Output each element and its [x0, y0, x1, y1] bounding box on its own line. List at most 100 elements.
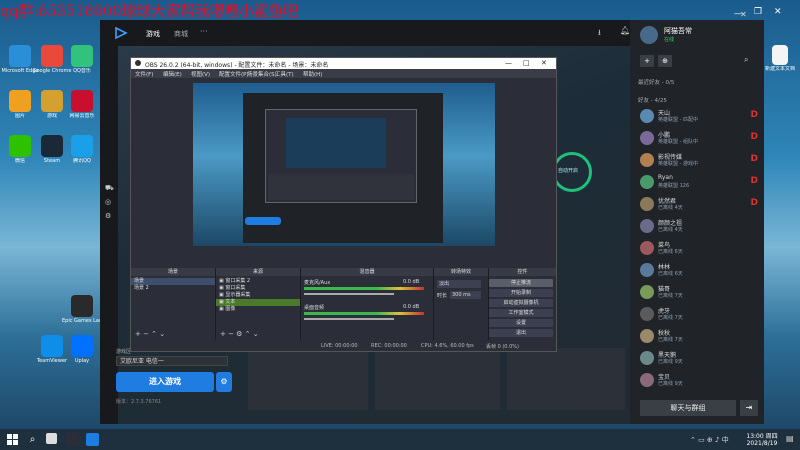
friend-item[interactable]: 猫哥 已离线 7天: [640, 284, 760, 301]
obs-menu-item[interactable]: 文件(F): [135, 70, 153, 78]
source-add-remove-icons[interactable]: + − ⚙ ⌃ ⌄: [220, 330, 259, 338]
more-icon[interactable]: ···: [200, 27, 208, 36]
search-taskbar-icon[interactable]: ⌕: [26, 433, 39, 446]
friend-item[interactable]: 天山 英雄联盟 - 匹配中 D: [640, 108, 760, 125]
friend-item[interactable]: 菜鸟 已离线 6天: [640, 240, 760, 257]
restore-icon[interactable]: ❐: [754, 7, 762, 17]
obs-statusbar: LIVE: 00:00:00 REC: 00:00:00 CPU: 4.6%, …: [131, 341, 556, 351]
friend-item[interactable]: 黑天鹅 已离线 9天: [640, 350, 760, 367]
friend-item[interactable]: 林林 已离线 6天: [640, 262, 760, 279]
server-label: 游戏区: [116, 349, 132, 355]
friend-item[interactable]: Ryan 英雄联盟 126 D: [640, 174, 760, 191]
mic-db: 0.0 dB: [403, 279, 420, 285]
obs-control-button[interactable]: 停止推流: [489, 279, 553, 287]
obs-maximize-icon[interactable]: □: [523, 59, 530, 67]
scene-item[interactable]: 场景 2: [131, 285, 215, 292]
source-item[interactable]: ▣ 文本: [216, 299, 300, 306]
download-icon[interactable]: ⭳: [598, 27, 601, 41]
obs-close-icon[interactable]: ✕: [541, 59, 547, 67]
desktop-icon[interactable]: Uplay: [62, 335, 102, 364]
transition-select[interactable]: 淡出: [437, 280, 481, 288]
obs-control-button[interactable]: 退出: [489, 329, 553, 337]
friend-item[interactable]: 优然君 已离线 4天 D: [640, 196, 760, 213]
friends-header[interactable]: 好友 - 4/25: [638, 96, 667, 104]
obs-minimize-icon[interactable]: —: [505, 59, 512, 67]
friend-status: 英雄联盟 126: [658, 183, 690, 189]
close-window-icon[interactable]: ✕: [774, 7, 782, 17]
obs-control-button[interactable]: 启动虚拟摄像机: [489, 299, 553, 307]
launcher-taskbar-icon[interactable]: [86, 433, 99, 446]
scene-item[interactable]: 场景: [131, 278, 215, 285]
minimize-icon[interactable]: —: [734, 9, 742, 18]
obs-menu-item[interactable]: 配置文件(P): [219, 70, 249, 78]
desktop-icon[interactable]: 腾讯QQ: [62, 135, 102, 164]
duration-input[interactable]: 300 ms: [450, 291, 481, 299]
windows-start-icon[interactable]: [6, 433, 19, 446]
friend-item[interactable]: 宝贝 已离线 9天: [640, 372, 760, 389]
news-tile[interactable]: [375, 348, 500, 410]
source-item[interactable]: ▣ 图像: [216, 306, 300, 313]
nav-games[interactable]: 游戏: [146, 29, 160, 39]
desktop-icon[interactable]: 网易云音乐: [62, 90, 102, 119]
source-item[interactable]: ▣ 显示器采集: [216, 292, 300, 299]
chat-icon[interactable]: ◎: [105, 198, 111, 206]
scenes-header: 场景: [131, 268, 215, 276]
nav-store[interactable]: 商城: [174, 29, 188, 39]
clock-date[interactable]: 2021/8/19: [742, 440, 782, 447]
rec-status: REC: 00:00:00: [371, 343, 407, 349]
chat-groups-button[interactable]: 聊天与群组: [640, 400, 736, 416]
friend-item[interactable]: 虎牙 已离线 7天: [640, 306, 760, 323]
cart-icon[interactable]: ⛟: [105, 184, 114, 193]
friend-avatar: [640, 175, 654, 189]
obs-preview[interactable]: [193, 83, 495, 246]
add-group-icon[interactable]: ⊕: [658, 55, 672, 67]
obs-menu-item[interactable]: 编辑(E): [163, 70, 182, 78]
news-tile[interactable]: [248, 348, 368, 410]
tray-icons[interactable]: ⌃ ▭ ⊕ ♪ 中: [690, 435, 729, 445]
desktop-icon[interactable]: QQ音乐: [62, 45, 102, 74]
clock-time[interactable]: 13:00 周四: [742, 431, 782, 440]
obs-control-button[interactable]: 开始录制: [489, 289, 553, 297]
friend-item[interactable]: 秋秋 已离线 7天: [640, 328, 760, 345]
obs-menu-item[interactable]: 帮助(H): [303, 70, 322, 78]
bell-icon[interactable]: 🔔︎: [620, 26, 630, 35]
news-tile[interactable]: [507, 348, 625, 410]
desktop-icon[interactable]: Epic Games Launcher: [62, 295, 102, 324]
friend-avatar: [640, 197, 654, 211]
friend-list: 天山 英雄联盟 - 匹配中 D 小鹏 英雄联盟 - 组队中 D 影视传媒 英雄联盟 - 游戏中…: [630, 108, 764, 398]
desktop-file-icon[interactable]: 新建文本文档: [760, 45, 800, 72]
friend-item[interactable]: 小鹏 英雄联盟 - 组队中 D: [640, 130, 760, 147]
app-icon: [9, 90, 31, 112]
obs-control-button[interactable]: 设置: [489, 319, 553, 327]
notification-icon[interactable]: ▤: [786, 434, 794, 443]
avatar[interactable]: [640, 26, 658, 44]
search-icon-glyph[interactable]: ⌕: [744, 55, 748, 65]
server-select[interactable]: 艾欧尼亚 电信一: [116, 356, 228, 366]
add-friend-icon[interactable]: +: [640, 55, 654, 67]
obs-menu-item[interactable]: 场景集合(S): [247, 70, 277, 78]
friend-avatar: [640, 307, 654, 321]
desktop-icon-label: Uplay: [74, 358, 90, 364]
app-icon: [71, 295, 93, 317]
obs-control-button[interactable]: 工作室模式: [489, 309, 553, 317]
logout-icon[interactable]: ⇥: [740, 400, 758, 416]
source-item[interactable]: ▣ 窗口采集: [216, 285, 300, 292]
game-settings-icon[interactable]: ⚙: [216, 372, 232, 392]
rank-badge-icon: D: [750, 132, 758, 142]
friend-item[interactable]: 颜颜之祖 已离线 4天: [640, 218, 760, 235]
taskview-icon[interactable]: [46, 433, 57, 444]
mic-volume-slider[interactable]: [304, 293, 394, 295]
source-item[interactable]: ▣ 窗口采集 2: [216, 278, 300, 285]
enter-game-button[interactable]: 进入游戏: [116, 372, 214, 392]
obs-menu-item[interactable]: 工具(T): [275, 70, 294, 78]
obs-taskbar-icon[interactable]: [66, 433, 79, 446]
friend-item[interactable]: 影视传媒 英雄联盟 - 游戏中 D: [640, 152, 760, 169]
friend-avatar: [640, 351, 654, 365]
app-icon: [9, 135, 31, 157]
settings-icon[interactable]: ⚙: [105, 212, 111, 220]
recent-friends-header[interactable]: 最近好友 - 0/5: [638, 78, 674, 86]
desktop-audio-volume-slider[interactable]: [304, 318, 394, 320]
launcher-sidebar: ⛟ ◎ ⚙: [100, 46, 118, 424]
obs-menu-item[interactable]: 视图(V): [191, 70, 210, 78]
scene-add-remove-icons[interactable]: + − ⌃ ⌄: [135, 330, 165, 338]
